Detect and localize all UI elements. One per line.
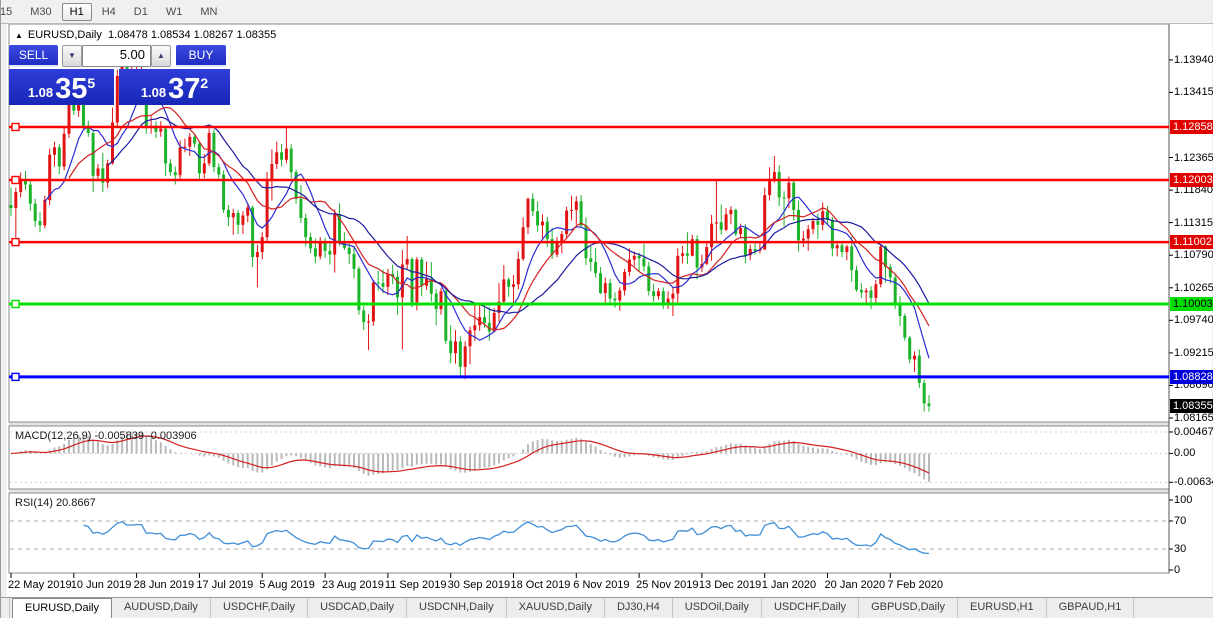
trading-terminal: 15 M30 H1 H4 D1 W1 MN ▲ EURUSD,Daily 1.08478 1.… [0, 0, 1213, 618]
chart-tab-5[interactable]: XAUUSD,Daily [507, 598, 605, 618]
chart-symbol-label: EURUSD,Daily [27, 29, 102, 41]
timeframe-button-15[interactable]: 15 [1, 3, 20, 21]
sell-price-prefix: 1.08 [27, 85, 54, 100]
macd-signal-value: -0.003906 [147, 430, 197, 442]
chart-tab-3[interactable]: USDCAD,Daily [308, 598, 408, 618]
chart-tab-4[interactable]: USDCNH,Daily [407, 598, 507, 618]
chart-tab-7[interactable]: USDOil,Daily [673, 598, 762, 618]
sell-price-button[interactable]: 1.08 35 5 [9, 69, 114, 105]
buy-price-prefix: 1.08 [140, 85, 167, 100]
sell-price-big: 35 [55, 73, 88, 105]
chart-title: ▲ EURUSD,Daily 1.08478 1.08534 1.08267 1.… [15, 29, 276, 41]
timeframe-toolbar: 15 M30 H1 H4 D1 W1 MN [1, 0, 1213, 24]
timeframe-button-m30[interactable]: M30 [22, 3, 59, 21]
volume-input[interactable]: 5.00 [82, 45, 151, 67]
volume-decrease-icon[interactable]: ▼ [62, 45, 82, 67]
chart-tab-bar: EURUSD,Daily AUDUSD,Daily USDCHF,Daily USDC… [1, 597, 1213, 618]
chart-tab-9[interactable]: GBPUSD,Daily [859, 598, 959, 618]
timeframe-button-h1[interactable]: H1 [61, 2, 92, 21]
sell-button[interactable]: SELL [9, 45, 58, 67]
timeframe-button-d1[interactable]: D1 [126, 3, 156, 21]
volume-increase-icon[interactable]: ▲ [151, 45, 171, 67]
chart-tab-1[interactable]: AUDUSD,Daily [112, 598, 211, 618]
timeframe-button-mn[interactable]: MN [192, 3, 225, 21]
chart-tab-2[interactable]: USDCHF,Daily [211, 598, 309, 618]
one-click-trade-panel: SELL ▼ 5.00 ▲ BUY 1.08 35 5 1.08 37 2 [9, 45, 230, 105]
tabbar-grip[interactable] [1, 598, 10, 618]
chart-ohlc-values: 1.08478 1.08534 1.08267 1.08355 [108, 29, 277, 41]
chart-tab-11[interactable]: GBPAUD,H1 [1047, 598, 1135, 618]
collapse-icon[interactable]: ▲ [15, 31, 23, 40]
sell-price-pip: 5 [87, 75, 96, 91]
buy-price-pip: 2 [200, 75, 209, 91]
volume-spinner: ▼ 5.00 ▲ [62, 45, 171, 67]
timeframe-button-h4[interactable]: H4 [94, 3, 124, 21]
chart-tab-10[interactable]: EURUSD,H1 [958, 598, 1047, 618]
timeframe-button-w1[interactable]: W1 [158, 3, 191, 21]
macd-main-value: -0.005839 [94, 430, 145, 442]
buy-button[interactable]: BUY [176, 45, 226, 67]
chart-tab-8[interactable]: USDCHF,Daily [762, 598, 860, 618]
macd-label: MACD(12,26,9) -0.005839 -0.003906 [15, 430, 197, 442]
buy-price-button[interactable]: 1.08 37 2 [119, 69, 230, 105]
rsi-value: 20.8667 [55, 497, 96, 509]
rsi-label: RSI(14) 20.8667 [15, 497, 96, 509]
chart-tab-0[interactable]: EURUSD,Daily [12, 598, 112, 618]
buy-price-big: 37 [168, 73, 201, 105]
chart-tab-6[interactable]: DJ30,H4 [605, 598, 673, 618]
